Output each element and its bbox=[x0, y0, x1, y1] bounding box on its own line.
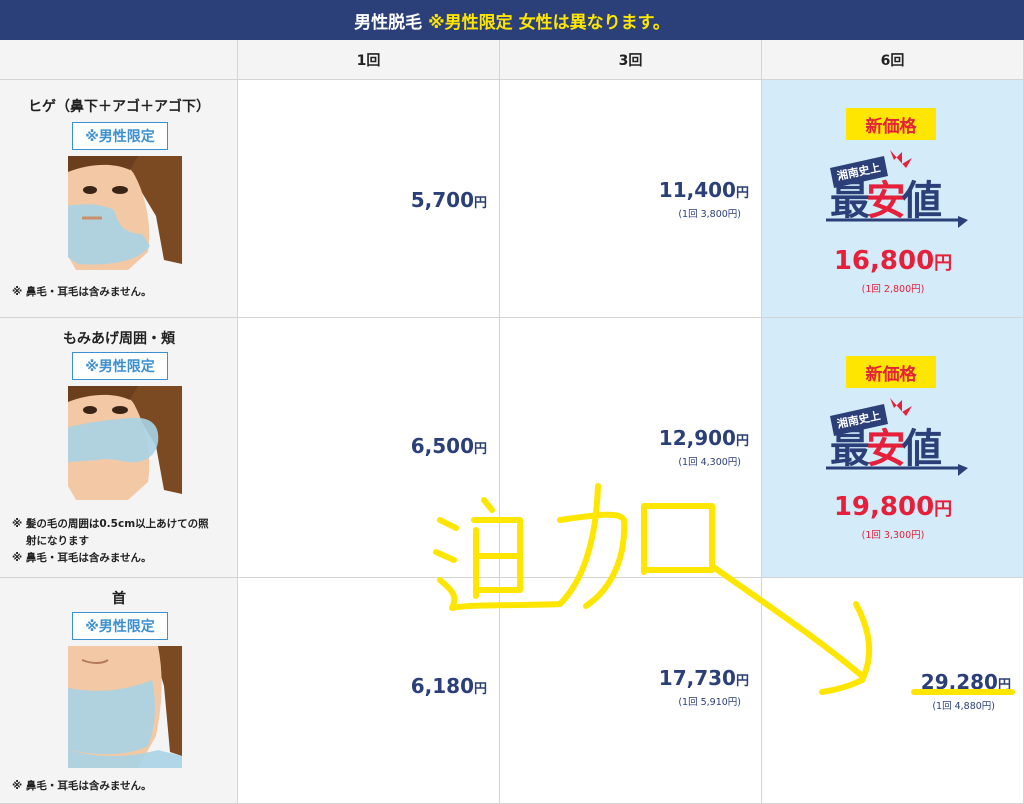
area-name: 首 bbox=[112, 591, 126, 607]
best-price-value: 19,800円 bbox=[833, 492, 953, 522]
table-cell-price-1: 6,500円 bbox=[238, 318, 500, 578]
table-cell-price-1: 5,700円 bbox=[238, 80, 500, 318]
table-cell-price-3: 12,900円 (1回 4,300円) bbox=[500, 318, 762, 578]
per-session-price: (1回 2,800円) bbox=[861, 284, 925, 295]
title-main: 男性脱毛 bbox=[354, 12, 423, 33]
area-note: ※ 鼻毛・耳毛は含みません。 bbox=[12, 286, 152, 298]
per-session-price: (1回 4,300円) bbox=[678, 457, 741, 468]
per-session-price: (1回 4,880円) bbox=[932, 701, 995, 712]
cheek-area-illustration bbox=[68, 386, 182, 500]
header-empty-cell bbox=[0, 40, 238, 80]
area-name: もみあげ周囲・頬 bbox=[63, 331, 175, 347]
male-only-badge: ※男性限定 bbox=[72, 122, 168, 150]
area-note: 射になります bbox=[26, 535, 89, 547]
title-highlight: ※男性限定 女性は異なります。 bbox=[428, 12, 670, 33]
table-row-area-neck: 首 ※男性限定 ※ 鼻毛・耳毛は含みません。 bbox=[0, 578, 238, 804]
price-value: 6,500円 bbox=[410, 434, 487, 458]
area-note: ※ 鼻毛・耳毛は含みません。 bbox=[12, 552, 152, 564]
area-note: ※ 鼻毛・耳毛は含みません。 bbox=[12, 780, 152, 792]
table-row-area-beard: ヒゲ（鼻下＋アゴ＋アゴ下） ※男性限定 ※ 鼻毛・耳毛は含みません。 bbox=[0, 80, 238, 318]
column-header-1: 1回 bbox=[238, 40, 500, 80]
column-header-label: 6回 bbox=[880, 52, 905, 69]
new-price-badge: 新価格 bbox=[846, 108, 936, 140]
column-header-label: 1回 bbox=[356, 52, 381, 69]
male-only-badge: ※男性限定 bbox=[72, 612, 168, 640]
logo-big-text: 最安値 bbox=[830, 426, 942, 472]
per-session-price: (1回 5,910円) bbox=[678, 697, 741, 708]
column-header-label: 3回 bbox=[618, 52, 643, 69]
best-price-value: 16,800円 bbox=[833, 246, 953, 276]
price-value: 6,180円 bbox=[410, 674, 487, 698]
price-value: 17,730円 bbox=[658, 666, 749, 690]
logo-big-text: 最安値 bbox=[830, 178, 942, 224]
table-row-area-sideburns-cheeks: もみあげ周囲・頬 ※男性限定 ※ 髪の毛の周囲は0.5cm以上あけての照 射にな… bbox=[0, 318, 238, 578]
male-only-badge: ※男性限定 bbox=[72, 352, 168, 380]
column-header-3: 3回 bbox=[500, 40, 762, 80]
new-price-badge: 新価格 bbox=[846, 356, 936, 388]
table-title-bar: 男性脱毛 ※男性限定 女性は異なります。 bbox=[0, 0, 1024, 40]
price-value: 29,280円 bbox=[920, 670, 1011, 694]
area-note: ※ 髪の毛の周囲は0.5cm以上あけての照 bbox=[12, 518, 209, 530]
table-cell-price-3: 11,400円 (1回 3,800円) bbox=[500, 80, 762, 318]
per-session-price: (1回 3,300円) bbox=[861, 530, 925, 541]
beard-area-illustration bbox=[68, 156, 182, 270]
lowest-price-logo: 湘南史上 最安値 bbox=[826, 150, 968, 228]
column-header-6: 6回 bbox=[762, 40, 1024, 80]
table-cell-price-1: 6,180円 bbox=[238, 578, 500, 804]
lowest-price-logo: 湘南史上 最安値 bbox=[826, 398, 968, 476]
table-cell-price-6: 29,280円 (1回 4,880円) bbox=[762, 578, 1024, 804]
table-cell-price-6-best: 新価格 湘南史上 最安値 16,800円 (1回 2,800円) bbox=[762, 80, 1024, 318]
neck-area-illustration bbox=[68, 646, 182, 768]
area-name: ヒゲ（鼻下＋アゴ＋アゴ下） bbox=[28, 99, 210, 115]
table-cell-price-3: 17,730円 (1回 5,910円) bbox=[500, 578, 762, 804]
price-value: 12,900円 bbox=[658, 426, 749, 450]
price-value: 11,400円 bbox=[658, 178, 749, 202]
table-cell-price-6-best: 新価格 湘南史上 最安値 19,800円 (1回 3,300円) bbox=[762, 318, 1024, 578]
price-table: 1回 3回 6回 ヒゲ（鼻下＋アゴ＋アゴ下） ※男性限定 ※ 鼻毛・耳毛は含みま… bbox=[0, 40, 1024, 804]
price-value: 5,700円 bbox=[410, 188, 487, 212]
per-session-price: (1回 3,800円) bbox=[678, 209, 741, 220]
